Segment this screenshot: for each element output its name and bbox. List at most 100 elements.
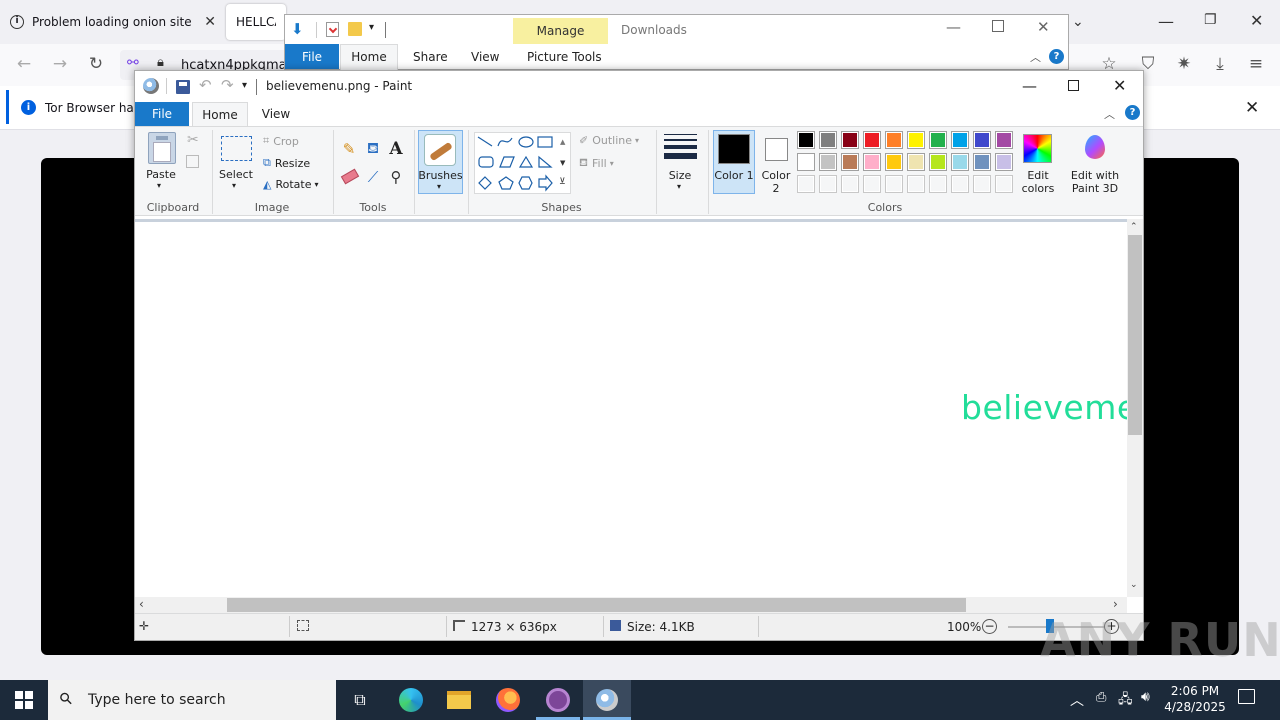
scroll-left-icon[interactable]: ‹ bbox=[139, 597, 144, 611]
magnifier-icon[interactable]: ⚲ bbox=[387, 168, 405, 186]
tray-chevron-icon[interactable]: ︿ bbox=[1070, 690, 1084, 710]
color-swatch[interactable] bbox=[885, 153, 903, 171]
color-swatch[interactable] bbox=[951, 175, 969, 193]
color-swatch[interactable] bbox=[973, 175, 991, 193]
explorer-home-tab[interactable]: Home bbox=[340, 50, 398, 64]
paint-view-tab[interactable]: View bbox=[256, 102, 296, 126]
back-arrow-icon[interactable]: ← bbox=[12, 52, 36, 76]
notification-center-icon[interactable] bbox=[1238, 689, 1255, 704]
paint-app-icon[interactable] bbox=[143, 78, 159, 94]
color2-label[interactable]: Color 2 bbox=[758, 169, 794, 195]
color-swatch[interactable] bbox=[995, 175, 1013, 193]
color-swatch[interactable] bbox=[885, 175, 903, 193]
fill-button[interactable]: ⛾ Fill ▾ bbox=[579, 156, 614, 171]
edge-icon[interactable] bbox=[389, 684, 433, 716]
paste-dropdown-icon[interactable]: ▾ bbox=[157, 181, 161, 190]
manage-tab[interactable]: Manage bbox=[513, 24, 608, 38]
undo-icon[interactable]: ↶ bbox=[199, 76, 212, 94]
brushes-dropdown-icon[interactable]: ▾ bbox=[437, 182, 441, 191]
color-swatch[interactable] bbox=[797, 153, 815, 171]
color-swatch[interactable] bbox=[819, 131, 837, 149]
properties-icon[interactable] bbox=[326, 22, 339, 37]
color-swatch[interactable] bbox=[797, 131, 815, 149]
qat-dropdown-icon[interactable]: ▾ bbox=[369, 22, 374, 33]
rotate-button[interactable]: ◭ Rotate ▾ bbox=[263, 178, 319, 191]
reload-icon[interactable]: ↻ bbox=[84, 52, 108, 76]
color-swatch[interactable] bbox=[929, 175, 947, 193]
color-swatch[interactable] bbox=[841, 175, 859, 193]
tray-network-device-icon[interactable]: ⎙ bbox=[1096, 690, 1106, 705]
explorer-view-tab[interactable]: View bbox=[471, 50, 499, 64]
size-button[interactable]: Size bbox=[660, 169, 700, 182]
horizontal-scroll-thumb[interactable] bbox=[227, 598, 966, 612]
color-swatch[interactable] bbox=[929, 153, 947, 171]
collapse-ribbon-icon[interactable]: ︿ bbox=[1104, 106, 1115, 122]
resize-button[interactable]: ⧉ Resize bbox=[263, 156, 310, 170]
firefox-icon[interactable] bbox=[486, 684, 530, 716]
edit-colors-button[interactable]: Edit colors bbox=[1016, 169, 1060, 195]
scroll-right-icon[interactable]: › bbox=[1113, 597, 1118, 611]
taskbar-clock[interactable]: 2:06 PM 4/28/2025 bbox=[1160, 683, 1230, 715]
forward-arrow-icon[interactable]: → bbox=[48, 52, 72, 76]
paste-button[interactable]: Paste bbox=[140, 168, 182, 181]
maximize-icon[interactable] bbox=[992, 20, 1004, 32]
color-swatch[interactable] bbox=[973, 153, 991, 171]
tab-list-chevron-icon[interactable]: ⌄ bbox=[1072, 14, 1084, 30]
color-swatch[interactable] bbox=[841, 131, 859, 149]
color-swatch[interactable] bbox=[951, 153, 969, 171]
minimize-icon[interactable]: — bbox=[1022, 77, 1037, 95]
outline-button[interactable]: ✐ Outline ▾ bbox=[579, 134, 639, 147]
color-swatch[interactable] bbox=[863, 175, 881, 193]
explorer-file-tab[interactable]: File bbox=[285, 50, 339, 64]
close-window-icon[interactable]: ✕ bbox=[1037, 18, 1050, 36]
maximize-icon[interactable] bbox=[1068, 80, 1079, 91]
paint-file-tab[interactable]: File bbox=[135, 102, 189, 126]
color-swatch[interactable] bbox=[841, 153, 859, 171]
qat-dropdown-icon[interactable]: ▾ bbox=[242, 80, 247, 91]
tor-browser-icon[interactable] bbox=[536, 684, 580, 716]
file-explorer-icon[interactable] bbox=[437, 684, 481, 716]
tor-circuit-icon[interactable]: ⚯ bbox=[127, 55, 139, 71]
browser-tab-hellcat[interactable]: HELLCAT bbox=[226, 4, 286, 40]
network-icon[interactable]: 🖧︎ bbox=[1118, 690, 1133, 712]
vertical-scroll-thumb[interactable] bbox=[1128, 235, 1142, 435]
help-icon[interactable]: ? bbox=[1049, 49, 1064, 64]
color-swatch[interactable] bbox=[929, 131, 947, 149]
select-dropdown-icon[interactable]: ▾ bbox=[232, 181, 236, 190]
select-button[interactable]: Select bbox=[214, 168, 258, 181]
volume-icon[interactable]: 🔊︎ bbox=[1141, 689, 1150, 705]
edit-with-paint3d-button[interactable]: Edit with Paint 3D bbox=[1066, 169, 1124, 195]
text-tool-icon[interactable]: A bbox=[387, 139, 405, 159]
pencil-icon[interactable]: ✎ bbox=[340, 140, 358, 158]
size-dropdown-icon[interactable]: ▾ bbox=[677, 182, 681, 191]
fill-bucket-icon[interactable]: ⛾ bbox=[364, 139, 382, 158]
help-icon[interactable]: ? bbox=[1125, 105, 1140, 120]
redo-icon[interactable]: ↷ bbox=[221, 76, 234, 94]
color-swatch[interactable] bbox=[885, 131, 903, 149]
new-identity-icon[interactable]: ✷ bbox=[1172, 52, 1196, 76]
gallery-down-icon[interactable]: ▼ bbox=[560, 159, 565, 167]
color-swatch[interactable] bbox=[973, 131, 991, 149]
color-swatch[interactable] bbox=[819, 175, 837, 193]
crop-button[interactable]: ⌗ Crop bbox=[263, 134, 299, 148]
download-icon[interactable]: ⤓ bbox=[1208, 52, 1232, 76]
scroll-down-icon[interactable]: ⌄ bbox=[1130, 580, 1138, 590]
browser-tab-problem-loading[interactable]: i Problem loading onion site ✕ bbox=[0, 4, 224, 40]
collapse-ribbon-icon[interactable]: ︿ bbox=[1030, 49, 1041, 65]
minimize-icon[interactable]: — bbox=[946, 18, 961, 36]
color-picker-icon[interactable]: ⟋ bbox=[364, 168, 382, 186]
color-swatch[interactable] bbox=[907, 153, 925, 171]
color-swatch[interactable] bbox=[995, 131, 1013, 149]
task-view-icon[interactable]: ⧉ bbox=[338, 684, 382, 716]
close-window-icon[interactable]: ✕ bbox=[1113, 76, 1126, 95]
color-swatch[interactable] bbox=[951, 131, 969, 149]
scroll-up-icon[interactable]: ⌃ bbox=[1130, 222, 1138, 232]
explorer-picture-tools-tab[interactable]: Picture Tools bbox=[527, 50, 602, 64]
cut-icon[interactable]: ✂ bbox=[187, 132, 199, 148]
save-icon[interactable] bbox=[176, 80, 190, 94]
color2-swatch[interactable] bbox=[765, 138, 788, 161]
color-swatch[interactable] bbox=[797, 175, 815, 193]
color-swatch[interactable] bbox=[819, 153, 837, 171]
color-swatch[interactable] bbox=[995, 153, 1013, 171]
explorer-share-tab[interactable]: Share bbox=[413, 50, 448, 64]
